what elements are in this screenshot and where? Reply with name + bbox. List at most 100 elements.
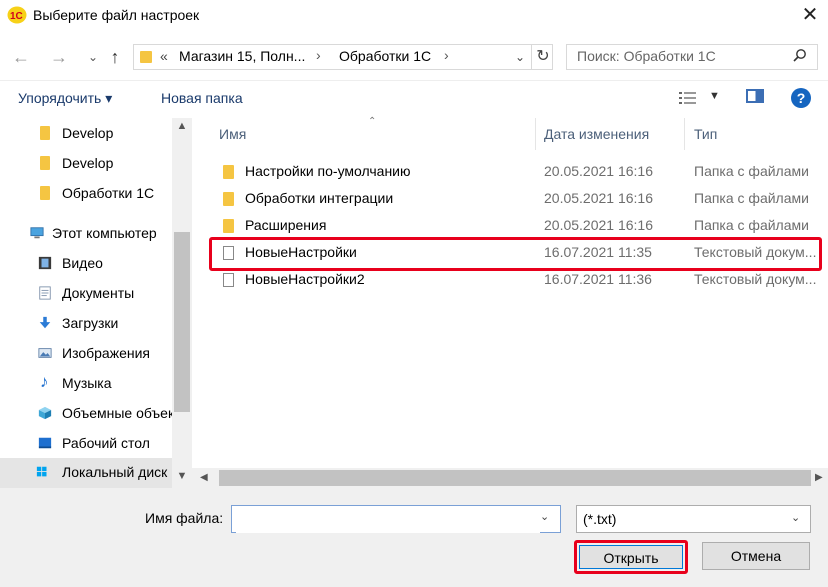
folder-icon <box>140 51 152 63</box>
view-options-icon[interactable] <box>678 90 698 106</box>
column-header-name[interactable]: Имя <box>219 126 246 142</box>
sidebar-item-downloads[interactable]: Загрузки <box>0 309 172 339</box>
drive-icon <box>36 466 47 477</box>
breadcrumb-separator[interactable]: › <box>316 47 321 63</box>
sidebar-item-develop[interactable]: Develop <box>0 119 172 149</box>
desktop-icon <box>38 437 52 449</box>
file-type: Текстовый докум... <box>694 271 817 287</box>
organize-button[interactable]: Упорядочить ▾ <box>18 90 112 107</box>
sidebar-item-music[interactable]: ♪ Музыка <box>0 369 172 399</box>
file-type-filter-select[interactable]: (*.txt) ⌄ <box>576 505 811 533</box>
preview-pane-icon[interactable] <box>746 89 764 103</box>
computer-icon <box>30 227 44 239</box>
music-icon: ♪ <box>40 372 49 391</box>
folder-icon <box>223 192 234 206</box>
help-button[interactable]: ? <box>791 88 811 108</box>
search-icon[interactable] <box>793 48 807 62</box>
file-type: Папка с файлами <box>694 190 809 206</box>
search-placeholder: Поиск: Обработки 1С <box>577 48 716 64</box>
file-row[interactable]: Расширения 20.05.2021 16:16 Папка с файл… <box>210 213 828 240</box>
sidebar-item-label: Локальный диск (C:) <box>62 464 172 480</box>
filename-field[interactable] <box>231 505 561 533</box>
new-folder-button[interactable]: Новая папка <box>161 90 243 106</box>
file-row[interactable]: Обработки интеграции 20.05.2021 16:16 Па… <box>210 186 828 213</box>
folder-icon <box>40 126 50 140</box>
sidebar-item-3d-objects[interactable]: Объемные объекты <box>0 399 177 429</box>
file-name: Обработки интеграции <box>245 190 394 206</box>
scroll-left-icon[interactable]: ◀ <box>200 472 208 483</box>
address-bar[interactable]: « Магазин 15, Полн... › Обработки 1С › ⌄ <box>133 44 553 70</box>
sidebar-item-label: Изображения <box>62 345 150 361</box>
filename-label: Имя файла: <box>145 510 224 526</box>
file-row[interactable]: НовыеНастройки2 16.07.2021 11:36 Текстов… <box>210 267 828 294</box>
address-overflow[interactable]: « <box>160 48 168 64</box>
back-button[interactable]: ← <box>10 46 32 68</box>
sidebar-item-label: Видео <box>62 255 103 271</box>
file-date: 20.05.2021 16:16 <box>544 190 653 206</box>
refresh-button[interactable]: ↻ <box>531 44 554 70</box>
breadcrumb-separator[interactable]: › <box>444 47 449 63</box>
file-name: Настройки по-умолчанию <box>245 163 411 179</box>
breadcrumb-item[interactable]: Магазин 15, Полн... <box>179 48 305 64</box>
cancel-button[interactable]: Отмена <box>702 542 810 570</box>
file-row[interactable]: Настройки по-умолчанию 20.05.2021 16:16 … <box>210 159 828 186</box>
sidebar-item-label: Обработки 1С <box>62 185 155 201</box>
images-icon <box>38 348 52 358</box>
search-input[interactable]: Поиск: Обработки 1С <box>566 44 818 70</box>
sidebar-item-documents[interactable]: Документы <box>0 279 172 309</box>
downloads-icon <box>39 316 51 329</box>
column-divider[interactable] <box>535 118 536 150</box>
breadcrumb-item[interactable]: Обработки 1С <box>339 48 431 64</box>
sidebar-item-label: Develop <box>62 125 114 141</box>
recent-locations-dropdown[interactable]: ⌄ <box>82 46 104 68</box>
sidebar-item-label: Загрузки <box>62 315 119 331</box>
address-dropdown-button[interactable]: ⌄ <box>508 47 532 67</box>
sidebar-item-video[interactable]: Видео <box>0 249 172 279</box>
open-button-highlight: Открыть <box>574 540 688 574</box>
chevron-down-icon[interactable]: ⌄ <box>540 510 549 523</box>
scroll-up-icon[interactable]: ▲ <box>172 120 192 132</box>
app-logo-text: 1С <box>10 11 23 22</box>
sidebar-item-images[interactable]: Изображения <box>0 339 172 369</box>
file-date: 20.05.2021 16:16 <box>544 217 653 233</box>
documents-icon <box>39 286 51 300</box>
sidebar-item-label: Develop <box>62 155 114 171</box>
file-name: Расширения <box>245 217 327 233</box>
sidebar-item-label: Музыка <box>62 375 112 391</box>
close-button[interactable]: ✕ <box>792 0 828 32</box>
folder-icon <box>40 186 50 200</box>
sidebar-item-label: Этот компьютер <box>52 225 157 241</box>
sidebar-item-develop-2[interactable]: Develop <box>0 149 172 179</box>
scroll-right-icon[interactable]: ▶ <box>815 472 823 483</box>
file-list[interactable]: Имя ⌃ Дата изменения Тип Настройки по-ум… <box>192 116 828 488</box>
sort-ascending-icon: ⌃ <box>368 116 377 127</box>
3d-objects-icon <box>38 406 52 420</box>
command-bar <box>0 80 828 119</box>
sidebar-item-obrabotki[interactable]: Обработки 1С <box>0 179 172 209</box>
sidebar-item-desktop[interactable]: Рабочий стол <box>0 429 172 459</box>
sidebar-item-local-disk[interactable]: Локальный диск (C:) <box>0 458 172 488</box>
file-date: 16.07.2021 11:36 <box>544 271 652 287</box>
filename-input[interactable] <box>236 507 540 533</box>
scroll-down-icon[interactable]: ▼ <box>172 470 192 482</box>
file-name: НовыеНастройки2 <box>245 271 365 287</box>
sidebar-item-label: Документы <box>62 285 135 301</box>
column-header-type[interactable]: Тип <box>694 126 717 142</box>
video-icon <box>38 256 52 270</box>
view-dropdown-icon[interactable]: ▼ <box>709 90 720 102</box>
scrollbar-thumb[interactable] <box>219 470 811 486</box>
file-type: Папка с файлами <box>694 163 809 179</box>
scrollbar-thumb[interactable] <box>174 232 190 412</box>
file-date: 20.05.2021 16:16 <box>544 163 653 179</box>
file-type-filter-value: (*.txt) <box>583 511 617 527</box>
open-button[interactable]: Открыть <box>579 545 683 569</box>
column-divider[interactable] <box>684 118 685 150</box>
chevron-down-icon[interactable]: ⌄ <box>791 511 800 524</box>
navigation-pane[interactable]: Develop Develop Обработки 1С Этот компью… <box>0 118 192 488</box>
sidebar-item-label: Рабочий стол <box>62 435 150 451</box>
sidebar-item-this-pc[interactable]: Этот компьютер <box>0 219 172 249</box>
forward-button[interactable]: → <box>48 46 70 68</box>
up-button[interactable]: ↑ <box>104 46 126 68</box>
folder-icon <box>223 165 234 179</box>
column-header-date[interactable]: Дата изменения <box>544 126 649 142</box>
